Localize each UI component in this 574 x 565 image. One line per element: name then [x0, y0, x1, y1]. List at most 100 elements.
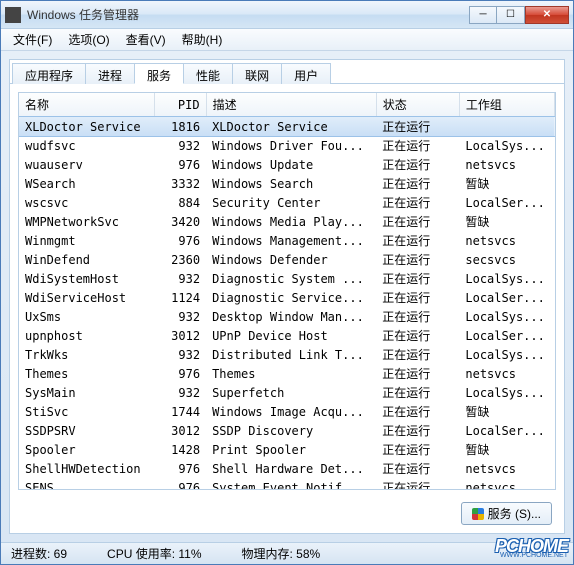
- cell-pid: 3012: [154, 326, 206, 345]
- maximize-button[interactable]: ☐: [497, 6, 525, 24]
- table-row[interactable]: wudfsvc932Windows Driver Fou...正在运行Local…: [19, 136, 555, 155]
- cell-pid: 1816: [154, 117, 206, 137]
- cell-name: wuauserv: [19, 155, 154, 174]
- table-row[interactable]: Winmgmt976Windows Management...正在运行netsv…: [19, 231, 555, 250]
- table-row[interactable]: WinDefend2360Windows Defender正在运行secsvcs: [19, 250, 555, 269]
- cell-pid: 976: [154, 364, 206, 383]
- watermark-url: WWW.PCHOME.NET: [495, 553, 568, 559]
- app-icon: [5, 7, 21, 23]
- cell-desc: Themes: [206, 364, 376, 383]
- cell-status: 正在运行: [376, 269, 459, 288]
- titlebar[interactable]: Windows 任务管理器 ─ ☐ ✕: [1, 1, 573, 29]
- tab-applications[interactable]: 应用程序: [12, 63, 86, 84]
- column-header-status[interactable]: 状态: [376, 93, 459, 117]
- cell-name: TrkWks: [19, 345, 154, 364]
- cell-status: 正在运行: [376, 193, 459, 212]
- table-row[interactable]: wscsvc884Security Center正在运行LocalSer...: [19, 193, 555, 212]
- watermark: PCHOME WWW.PCHOME.NET: [495, 539, 568, 559]
- cell-pid: 3012: [154, 421, 206, 440]
- cell-pid: 1744: [154, 402, 206, 421]
- tab-performance[interactable]: 性能: [183, 63, 233, 84]
- menu-help[interactable]: 帮助(H): [174, 29, 231, 50]
- table-row[interactable]: ShellHWDetection976Shell Hardware Det...…: [19, 459, 555, 478]
- cell-name: wscsvc: [19, 193, 154, 212]
- cell-group: netsvcs: [459, 155, 554, 174]
- table-row[interactable]: XLDoctor Service1816XLDoctor Service正在运行: [19, 117, 555, 137]
- column-header-pid[interactable]: PID: [154, 93, 206, 117]
- statusbar: 进程数: 69 CPU 使用率: 11% 物理内存: 58%: [1, 542, 573, 564]
- table-row[interactable]: upnphost3012UPnP Device Host正在运行LocalSer…: [19, 326, 555, 345]
- tab-processes[interactable]: 进程: [85, 63, 135, 84]
- shield-icon: [472, 508, 484, 520]
- cell-name: WSearch: [19, 174, 154, 193]
- cell-status: 正在运行: [376, 326, 459, 345]
- cell-desc: Windows Image Acqu...: [206, 402, 376, 421]
- cell-status: 正在运行: [376, 117, 459, 137]
- cell-desc: UPnP Device Host: [206, 326, 376, 345]
- table-row[interactable]: Spooler1428Print Spooler正在运行暂缺: [19, 440, 555, 459]
- close-button[interactable]: ✕: [525, 6, 569, 24]
- cell-name: Spooler: [19, 440, 154, 459]
- table-row[interactable]: UxSms932Desktop Window Man...正在运行LocalSy…: [19, 307, 555, 326]
- cell-desc: Windows Update: [206, 155, 376, 174]
- cell-status: 正在运行: [376, 402, 459, 421]
- table-row[interactable]: WMPNetworkSvc3420Windows Media Play...正在…: [19, 212, 555, 231]
- column-header-desc[interactable]: 描述: [206, 93, 376, 117]
- cell-name: WdiServiceHost: [19, 288, 154, 307]
- menu-options[interactable]: 选项(O): [60, 29, 117, 50]
- cell-status: 正在运行: [376, 307, 459, 326]
- menu-file[interactable]: 文件(F): [5, 29, 60, 50]
- column-header-name[interactable]: 名称: [19, 93, 154, 117]
- cell-desc: XLDoctor Service: [206, 117, 376, 137]
- menu-view[interactable]: 查看(V): [118, 29, 174, 50]
- cell-pid: 976: [154, 459, 206, 478]
- services-table-container[interactable]: 名称 PID 描述 状态 工作组 XLDoctor Service1816XLD…: [18, 92, 556, 490]
- cell-status: 正在运行: [376, 288, 459, 307]
- status-cpu: CPU 使用率: 11%: [107, 545, 201, 562]
- cell-name: SENS: [19, 478, 154, 490]
- cell-group: [459, 117, 554, 137]
- services-button[interactable]: 服务 (S)...: [461, 502, 552, 525]
- table-row[interactable]: WSearch3332Windows Search正在运行暂缺: [19, 174, 555, 193]
- cell-desc: Windows Driver Fou...: [206, 136, 376, 155]
- tab-users[interactable]: 用户: [281, 63, 331, 84]
- cell-name: ShellHWDetection: [19, 459, 154, 478]
- table-row[interactable]: TrkWks932Distributed Link T...正在运行LocalS…: [19, 345, 555, 364]
- table-row[interactable]: SSDPSRV3012SSDP Discovery正在运行LocalSer...: [19, 421, 555, 440]
- cell-status: 正在运行: [376, 345, 459, 364]
- cell-group: LocalSer...: [459, 288, 554, 307]
- table-row[interactable]: SysMain932Superfetch正在运行LocalSys...: [19, 383, 555, 402]
- cell-name: UxSms: [19, 307, 154, 326]
- cell-name: WdiSystemHost: [19, 269, 154, 288]
- tab-services[interactable]: 服务: [134, 63, 184, 84]
- table-row[interactable]: WdiSystemHost932Diagnostic System ...正在运…: [19, 269, 555, 288]
- cell-name: XLDoctor Service: [19, 117, 154, 137]
- cell-group: LocalSys...: [459, 269, 554, 288]
- table-row[interactable]: StiSvc1744Windows Image Acqu...正在运行暂缺: [19, 402, 555, 421]
- cell-desc: Print Spooler: [206, 440, 376, 459]
- cell-name: Winmgmt: [19, 231, 154, 250]
- footer-button-area: 服务 (S)...: [10, 498, 564, 533]
- cell-pid: 884: [154, 193, 206, 212]
- cell-name: WinDefend: [19, 250, 154, 269]
- cell-status: 正在运行: [376, 212, 459, 231]
- cell-name: WMPNetworkSvc: [19, 212, 154, 231]
- cell-name: wudfsvc: [19, 136, 154, 155]
- cell-group: LocalSer...: [459, 421, 554, 440]
- tab-networking[interactable]: 联网: [232, 63, 282, 84]
- cell-pid: 976: [154, 231, 206, 250]
- status-memory: 物理内存: 58%: [242, 545, 321, 562]
- cell-name: SSDPSRV: [19, 421, 154, 440]
- menubar: 文件(F) 选项(O) 查看(V) 帮助(H): [1, 29, 573, 51]
- services-button-label: 服务 (S)...: [488, 505, 541, 522]
- minimize-button[interactable]: ─: [469, 6, 497, 24]
- cell-pid: 3332: [154, 174, 206, 193]
- table-row[interactable]: SENS976System Event Notif...正在运行netsvcs: [19, 478, 555, 490]
- cell-group: LocalSys...: [459, 136, 554, 155]
- column-header-group[interactable]: 工作组: [459, 93, 554, 117]
- services-table: 名称 PID 描述 状态 工作组 XLDoctor Service1816XLD…: [19, 93, 555, 490]
- table-row[interactable]: wuauserv976Windows Update正在运行netsvcs: [19, 155, 555, 174]
- table-row[interactable]: Themes976Themes正在运行netsvcs: [19, 364, 555, 383]
- table-row[interactable]: WdiServiceHost1124Diagnostic Service...正…: [19, 288, 555, 307]
- cell-status: 正在运行: [376, 250, 459, 269]
